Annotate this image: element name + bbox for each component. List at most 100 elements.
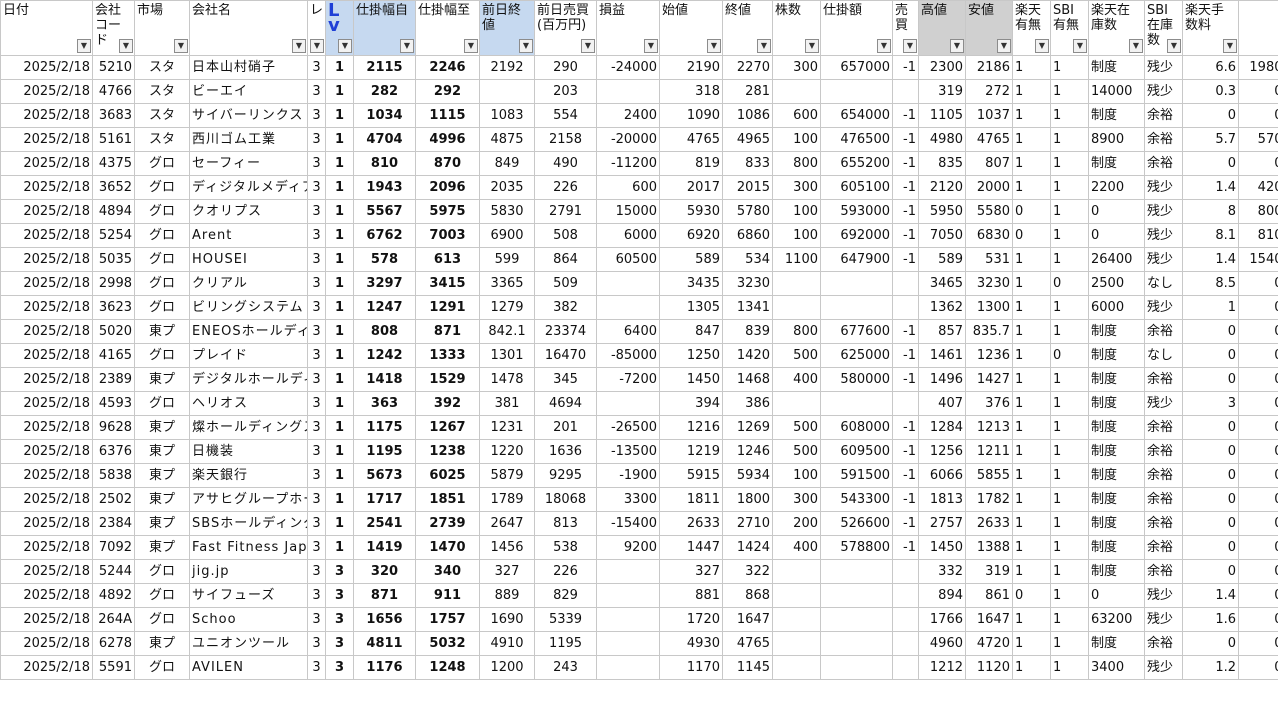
table-cell[interactable]: 2190 bbox=[659, 55, 723, 80]
filter-dropdown-icon[interactable]: ▼ bbox=[338, 39, 352, 53]
table-cell[interactable]: -1 bbox=[892, 367, 919, 392]
table-cell[interactable]: 600 bbox=[596, 175, 660, 200]
table-cell[interactable]: 1090 bbox=[659, 103, 723, 128]
table-cell[interactable]: 9628 bbox=[92, 415, 135, 440]
table-cell[interactable]: 1 bbox=[1050, 103, 1089, 128]
table-cell[interactable]: ENEOSホールディングス bbox=[189, 319, 308, 344]
table-cell[interactable]: 16470 bbox=[534, 343, 597, 368]
table-cell[interactable]: 3 bbox=[307, 487, 326, 512]
table-cell[interactable]: 1 bbox=[325, 175, 354, 200]
table-cell[interactable]: 1219 bbox=[659, 439, 723, 464]
table-cell[interactable]: 60500 bbox=[596, 247, 660, 272]
table-cell[interactable]: 余裕 bbox=[1144, 151, 1183, 176]
table-cell[interactable]: 5879 bbox=[479, 463, 535, 488]
column-header-6[interactable]: 仕掛幅自 ▼ bbox=[353, 0, 416, 56]
table-cell[interactable]: 1220 bbox=[479, 439, 535, 464]
table-cell[interactable]: 楽天銀行 bbox=[189, 463, 308, 488]
table-cell[interactable]: 1 bbox=[325, 391, 354, 416]
table-cell[interactable]: 3 bbox=[307, 79, 326, 104]
filter-dropdown-icon[interactable]: ▼ bbox=[119, 39, 133, 53]
table-cell[interactable]: グロ bbox=[134, 247, 190, 272]
table-cell[interactable]: 1216 bbox=[659, 415, 723, 440]
table-cell[interactable]: 1470 bbox=[415, 535, 480, 560]
table-cell[interactable]: ディジタルメディアプロ bbox=[189, 175, 308, 200]
filter-dropdown-icon[interactable]: ▼ bbox=[174, 39, 188, 53]
table-cell[interactable]: 残少 bbox=[1144, 199, 1183, 224]
table-cell[interactable]: 2015 bbox=[722, 175, 773, 200]
table-cell[interactable]: スタ bbox=[134, 79, 190, 104]
table-cell[interactable]: 1 bbox=[1012, 175, 1051, 200]
table-cell[interactable]: 26400 bbox=[1088, 247, 1145, 272]
table-cell[interactable]: 0 bbox=[1012, 199, 1051, 224]
table-cell[interactable]: 0 bbox=[1238, 607, 1278, 632]
table-cell[interactable]: 制度 bbox=[1088, 151, 1145, 176]
column-header-2[interactable]: 市場 ▼ bbox=[134, 0, 190, 56]
table-cell[interactable]: 1782 bbox=[965, 487, 1013, 512]
table-cell[interactable]: 2025/2/18 bbox=[0, 199, 93, 224]
column-header-18[interactable]: 楽天有無 ▼ bbox=[1012, 0, 1051, 56]
table-cell[interactable] bbox=[596, 271, 660, 296]
table-cell[interactable]: 3 bbox=[307, 511, 326, 536]
table-cell[interactable]: 292 bbox=[415, 79, 480, 104]
table-cell[interactable]: 0 bbox=[1182, 511, 1239, 536]
table-cell[interactable] bbox=[772, 631, 821, 656]
table-cell[interactable]: 3365 bbox=[479, 271, 535, 296]
table-cell[interactable]: 591500 bbox=[820, 463, 893, 488]
table-cell[interactable]: 2025/2/18 bbox=[0, 535, 93, 560]
table-cell[interactable]: 0 bbox=[1238, 343, 1278, 368]
table-cell[interactable]: 677600 bbox=[820, 319, 893, 344]
table-cell[interactable]: 2025/2/18 bbox=[0, 439, 93, 464]
table-cell[interactable]: 6025 bbox=[415, 463, 480, 488]
filter-dropdown-icon[interactable]: ▼ bbox=[1167, 39, 1181, 53]
table-cell[interactable]: 1757 bbox=[415, 607, 480, 632]
table-cell[interactable]: 0 bbox=[1238, 367, 1278, 392]
table-cell[interactable]: 2186 bbox=[965, 55, 1013, 80]
table-cell[interactable]: 500 bbox=[772, 343, 821, 368]
table-cell[interactable]: 3 bbox=[307, 607, 326, 632]
table-cell[interactable]: 余裕 bbox=[1144, 631, 1183, 656]
table-cell[interactable]: 5934 bbox=[722, 463, 773, 488]
table-cell[interactable]: 6400 bbox=[596, 319, 660, 344]
table-cell[interactable]: 1037 bbox=[965, 103, 1013, 128]
table-cell[interactable]: 1656 bbox=[353, 607, 416, 632]
table-cell[interactable]: ビリングシステム bbox=[189, 295, 308, 320]
column-header-11[interactable]: 始値 ▼ bbox=[659, 0, 723, 56]
table-cell[interactable]: 0 bbox=[1088, 583, 1145, 608]
table-cell[interactable]: 320 bbox=[353, 559, 416, 584]
table-cell[interactable]: 3652 bbox=[92, 175, 135, 200]
table-cell[interactable]: 1 bbox=[325, 223, 354, 248]
table-cell[interactable]: 14000 bbox=[1088, 79, 1145, 104]
table-cell[interactable]: 0 bbox=[1238, 463, 1278, 488]
table-cell[interactable]: 3 bbox=[1182, 391, 1239, 416]
table-cell[interactable]: 807 bbox=[965, 151, 1013, 176]
table-cell[interactable]: -1 bbox=[892, 103, 919, 128]
table-cell[interactable]: 4930 bbox=[659, 631, 723, 656]
table-cell[interactable]: 6830 bbox=[965, 223, 1013, 248]
table-cell[interactable]: 1145 bbox=[722, 655, 773, 680]
table-cell[interactable]: 1256 bbox=[918, 439, 966, 464]
table-cell[interactable]: 319 bbox=[965, 559, 1013, 584]
table-cell[interactable]: 810 bbox=[353, 151, 416, 176]
table-cell[interactable]: 制度 bbox=[1088, 487, 1145, 512]
table-cell[interactable]: 3 bbox=[307, 223, 326, 248]
table-cell[interactable]: 526600 bbox=[820, 511, 893, 536]
table-cell[interactable]: 1 bbox=[325, 487, 354, 512]
table-cell[interactable]: グロ bbox=[134, 295, 190, 320]
table-cell[interactable]: 余裕 bbox=[1144, 535, 1183, 560]
table-cell[interactable]: 0 bbox=[1238, 559, 1278, 584]
table-cell[interactable]: 1478 bbox=[479, 367, 535, 392]
table-cell[interactable]: 500 bbox=[772, 415, 821, 440]
table-cell[interactable]: 1362 bbox=[918, 295, 966, 320]
table-cell[interactable]: 0 bbox=[1050, 343, 1089, 368]
table-cell[interactable]: 290 bbox=[534, 55, 597, 80]
table-cell[interactable]: -1 bbox=[892, 439, 919, 464]
table-cell[interactable]: 1529 bbox=[415, 367, 480, 392]
table-cell[interactable] bbox=[892, 271, 919, 296]
table-cell[interactable]: 894 bbox=[918, 583, 966, 608]
table-cell[interactable]: 1238 bbox=[415, 439, 480, 464]
table-cell[interactable]: 2025/2/18 bbox=[0, 79, 93, 104]
table-cell[interactable]: 1 bbox=[1050, 295, 1089, 320]
column-header-1[interactable]: 会社コード ▼ bbox=[92, 0, 135, 56]
table-cell[interactable]: 東プ bbox=[134, 487, 190, 512]
table-cell[interactable]: 1341 bbox=[722, 295, 773, 320]
